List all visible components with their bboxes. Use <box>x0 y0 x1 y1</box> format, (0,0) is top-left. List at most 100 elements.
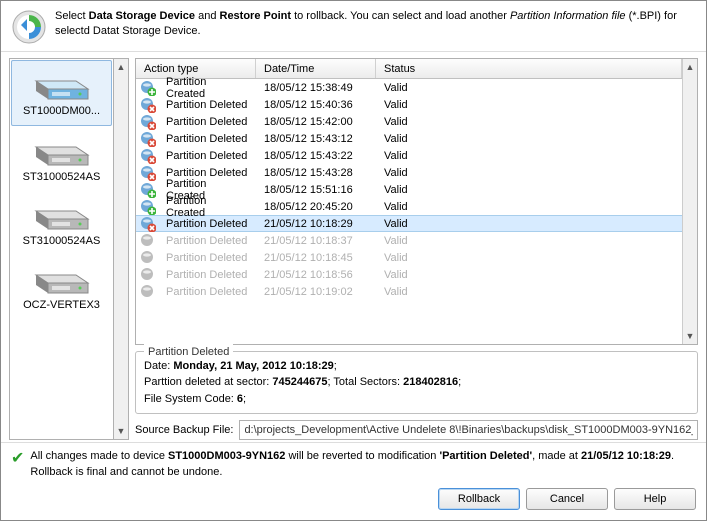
cell-datetime: 21/05/12 10:19:02 <box>256 286 376 298</box>
header-text: Select Data Storage Device and Restore P… <box>55 9 696 40</box>
details-legend: Partition Deleted <box>144 344 233 361</box>
cell-action: Partition Deleted <box>158 116 256 128</box>
scroll-up-icon[interactable]: ▲ <box>683 59 697 75</box>
table-row[interactable]: Partition Deleted 18/05/12 15:42:00 Vali… <box>136 113 682 130</box>
scroll-down-icon[interactable]: ▼ <box>683 328 697 344</box>
table-row[interactable]: Partition Created 18/05/12 15:38:49 Vali… <box>136 79 682 96</box>
cell-datetime: 18/05/12 15:40:36 <box>256 99 376 111</box>
check-icon: ✔ <box>11 451 24 467</box>
source-label: Source Backup File: <box>135 424 233 436</box>
cell-status: Valid <box>376 252 682 264</box>
device-label: ST1000DM00... <box>23 105 100 117</box>
device-list-view[interactable]: ST1000DM00... ST31000524AS ST31000524AS … <box>9 58 114 440</box>
status-text: All changes made to device ST1000DM003-9… <box>30 449 696 480</box>
cell-action: Partition Created <box>158 195 256 219</box>
hdd-icon <box>32 263 92 295</box>
table-row: Partition Deleted 21/05/12 10:18:37 Vali… <box>136 232 682 249</box>
cell-datetime: 18/05/12 15:43:12 <box>256 133 376 145</box>
col-datetime[interactable]: Date/Time <box>256 59 376 78</box>
cell-datetime: 18/05/12 20:45:20 <box>256 201 376 213</box>
table-row: Partition Deleted 21/05/12 10:19:02 Vali… <box>136 283 682 300</box>
scroll-down-icon[interactable]: ▼ <box>114 423 128 439</box>
table-row[interactable]: Partition Created 18/05/12 20:45:20 Vali… <box>136 198 682 215</box>
cell-action: Partition Deleted <box>158 235 256 247</box>
device-label: ST31000524AS <box>23 235 101 247</box>
col-status[interactable]: Status <box>376 59 682 78</box>
table-row[interactable]: Partition Deleted 21/05/12 10:18:29 Vali… <box>136 215 682 232</box>
status-bar: ✔ All changes made to device ST1000DM003… <box>1 442 706 480</box>
table-row: Partition Deleted 21/05/12 10:18:56 Vali… <box>136 266 682 283</box>
cell-status: Valid <box>376 82 682 94</box>
hdd-icon <box>32 199 92 231</box>
cell-action: Partition Deleted <box>158 218 256 230</box>
device-label: ST31000524AS <box>23 171 101 183</box>
cell-status: Valid <box>376 99 682 111</box>
cell-datetime: 21/05/12 10:18:29 <box>256 218 376 230</box>
cell-action: Partition Deleted <box>158 133 256 145</box>
button-bar: Rollback Cancel Help <box>1 480 706 520</box>
rollback-button[interactable]: Rollback <box>438 488 520 510</box>
cell-status: Valid <box>376 167 682 179</box>
cell-datetime: 18/05/12 15:42:00 <box>256 116 376 128</box>
cell-datetime: 18/05/12 15:51:16 <box>256 184 376 196</box>
partition-deleted-icon <box>140 114 156 130</box>
cell-status: Valid <box>376 116 682 128</box>
cell-status: Valid <box>376 133 682 145</box>
cell-datetime: 21/05/12 10:18:37 <box>256 235 376 247</box>
hdd-icon <box>32 135 92 167</box>
device-item[interactable]: ST1000DM00... <box>11 60 112 126</box>
cell-status: Valid <box>376 235 682 247</box>
rollback-dialog: Select Data Storage Device and Restore P… <box>0 0 707 521</box>
partition-deleted-icon <box>140 250 156 266</box>
help-button[interactable]: Help <box>614 488 696 510</box>
partition-deleted-icon <box>140 165 156 181</box>
table-row[interactable]: Partition Deleted 18/05/12 15:43:12 Vali… <box>136 130 682 147</box>
partition-deleted-icon <box>140 267 156 283</box>
device-list-scrollbar[interactable]: ▲ ▼ <box>114 58 129 440</box>
cell-status: Valid <box>376 218 682 230</box>
cancel-button[interactable]: Cancel <box>526 488 608 510</box>
device-item[interactable]: OCZ-VERTEX3 <box>10 255 113 319</box>
table-body[interactable]: Partition Created 18/05/12 15:38:49 Vali… <box>136 79 682 300</box>
restore-points-table: Action type Date/Time Status Partition C… <box>135 58 698 345</box>
cell-action: Partition Deleted <box>158 269 256 281</box>
table-row: Partition Deleted 21/05/12 10:18:45 Vali… <box>136 249 682 266</box>
partition-deleted-icon <box>140 131 156 147</box>
partition-deleted-icon <box>140 284 156 300</box>
table-row[interactable]: Partition Deleted 18/05/12 15:40:36 Vali… <box>136 96 682 113</box>
cell-datetime: 18/05/12 15:43:28 <box>256 167 376 179</box>
cell-action: Partition Deleted <box>158 99 256 111</box>
cell-status: Valid <box>376 269 682 281</box>
partition-deleted-icon <box>140 148 156 164</box>
cell-status: Valid <box>376 150 682 162</box>
table-scrollbar[interactable]: ▲ ▼ <box>682 59 697 344</box>
cell-datetime: 21/05/12 10:18:56 <box>256 269 376 281</box>
cell-status: Valid <box>376 201 682 213</box>
hdd-icon <box>32 69 92 101</box>
partition-deleted-icon <box>140 233 156 249</box>
cell-action: Partition Deleted <box>158 252 256 264</box>
partition-deleted-icon <box>140 97 156 113</box>
scroll-up-icon[interactable]: ▲ <box>114 59 128 75</box>
cell-status: Valid <box>376 286 682 298</box>
cell-action: Partition Created <box>158 76 256 100</box>
partition-created-icon <box>140 80 156 96</box>
cell-action: Partition Deleted <box>158 150 256 162</box>
device-label: OCZ-VERTEX3 <box>23 299 100 311</box>
cell-datetime: 21/05/12 10:18:45 <box>256 252 376 264</box>
header: Select Data Storage Device and Restore P… <box>1 1 706 52</box>
partition-deleted-icon <box>140 216 156 232</box>
source-backup-input[interactable] <box>239 420 698 440</box>
device-item[interactable]: ST31000524AS <box>10 127 113 191</box>
device-list: ST1000DM00... ST31000524AS ST31000524AS … <box>9 58 129 440</box>
source-backup-row: Source Backup File: <box>135 420 698 440</box>
cell-datetime: 18/05/12 15:43:22 <box>256 150 376 162</box>
partition-created-icon <box>140 199 156 215</box>
cell-status: Valid <box>376 184 682 196</box>
details-panel: Partition Deleted Date: Monday, 21 May, … <box>135 351 698 415</box>
table-row[interactable]: Partition Deleted 18/05/12 15:43:22 Vali… <box>136 147 682 164</box>
app-icon <box>11 9 47 45</box>
cell-action: Partition Deleted <box>158 286 256 298</box>
device-item[interactable]: ST31000524AS <box>10 191 113 255</box>
partition-created-icon <box>140 182 156 198</box>
